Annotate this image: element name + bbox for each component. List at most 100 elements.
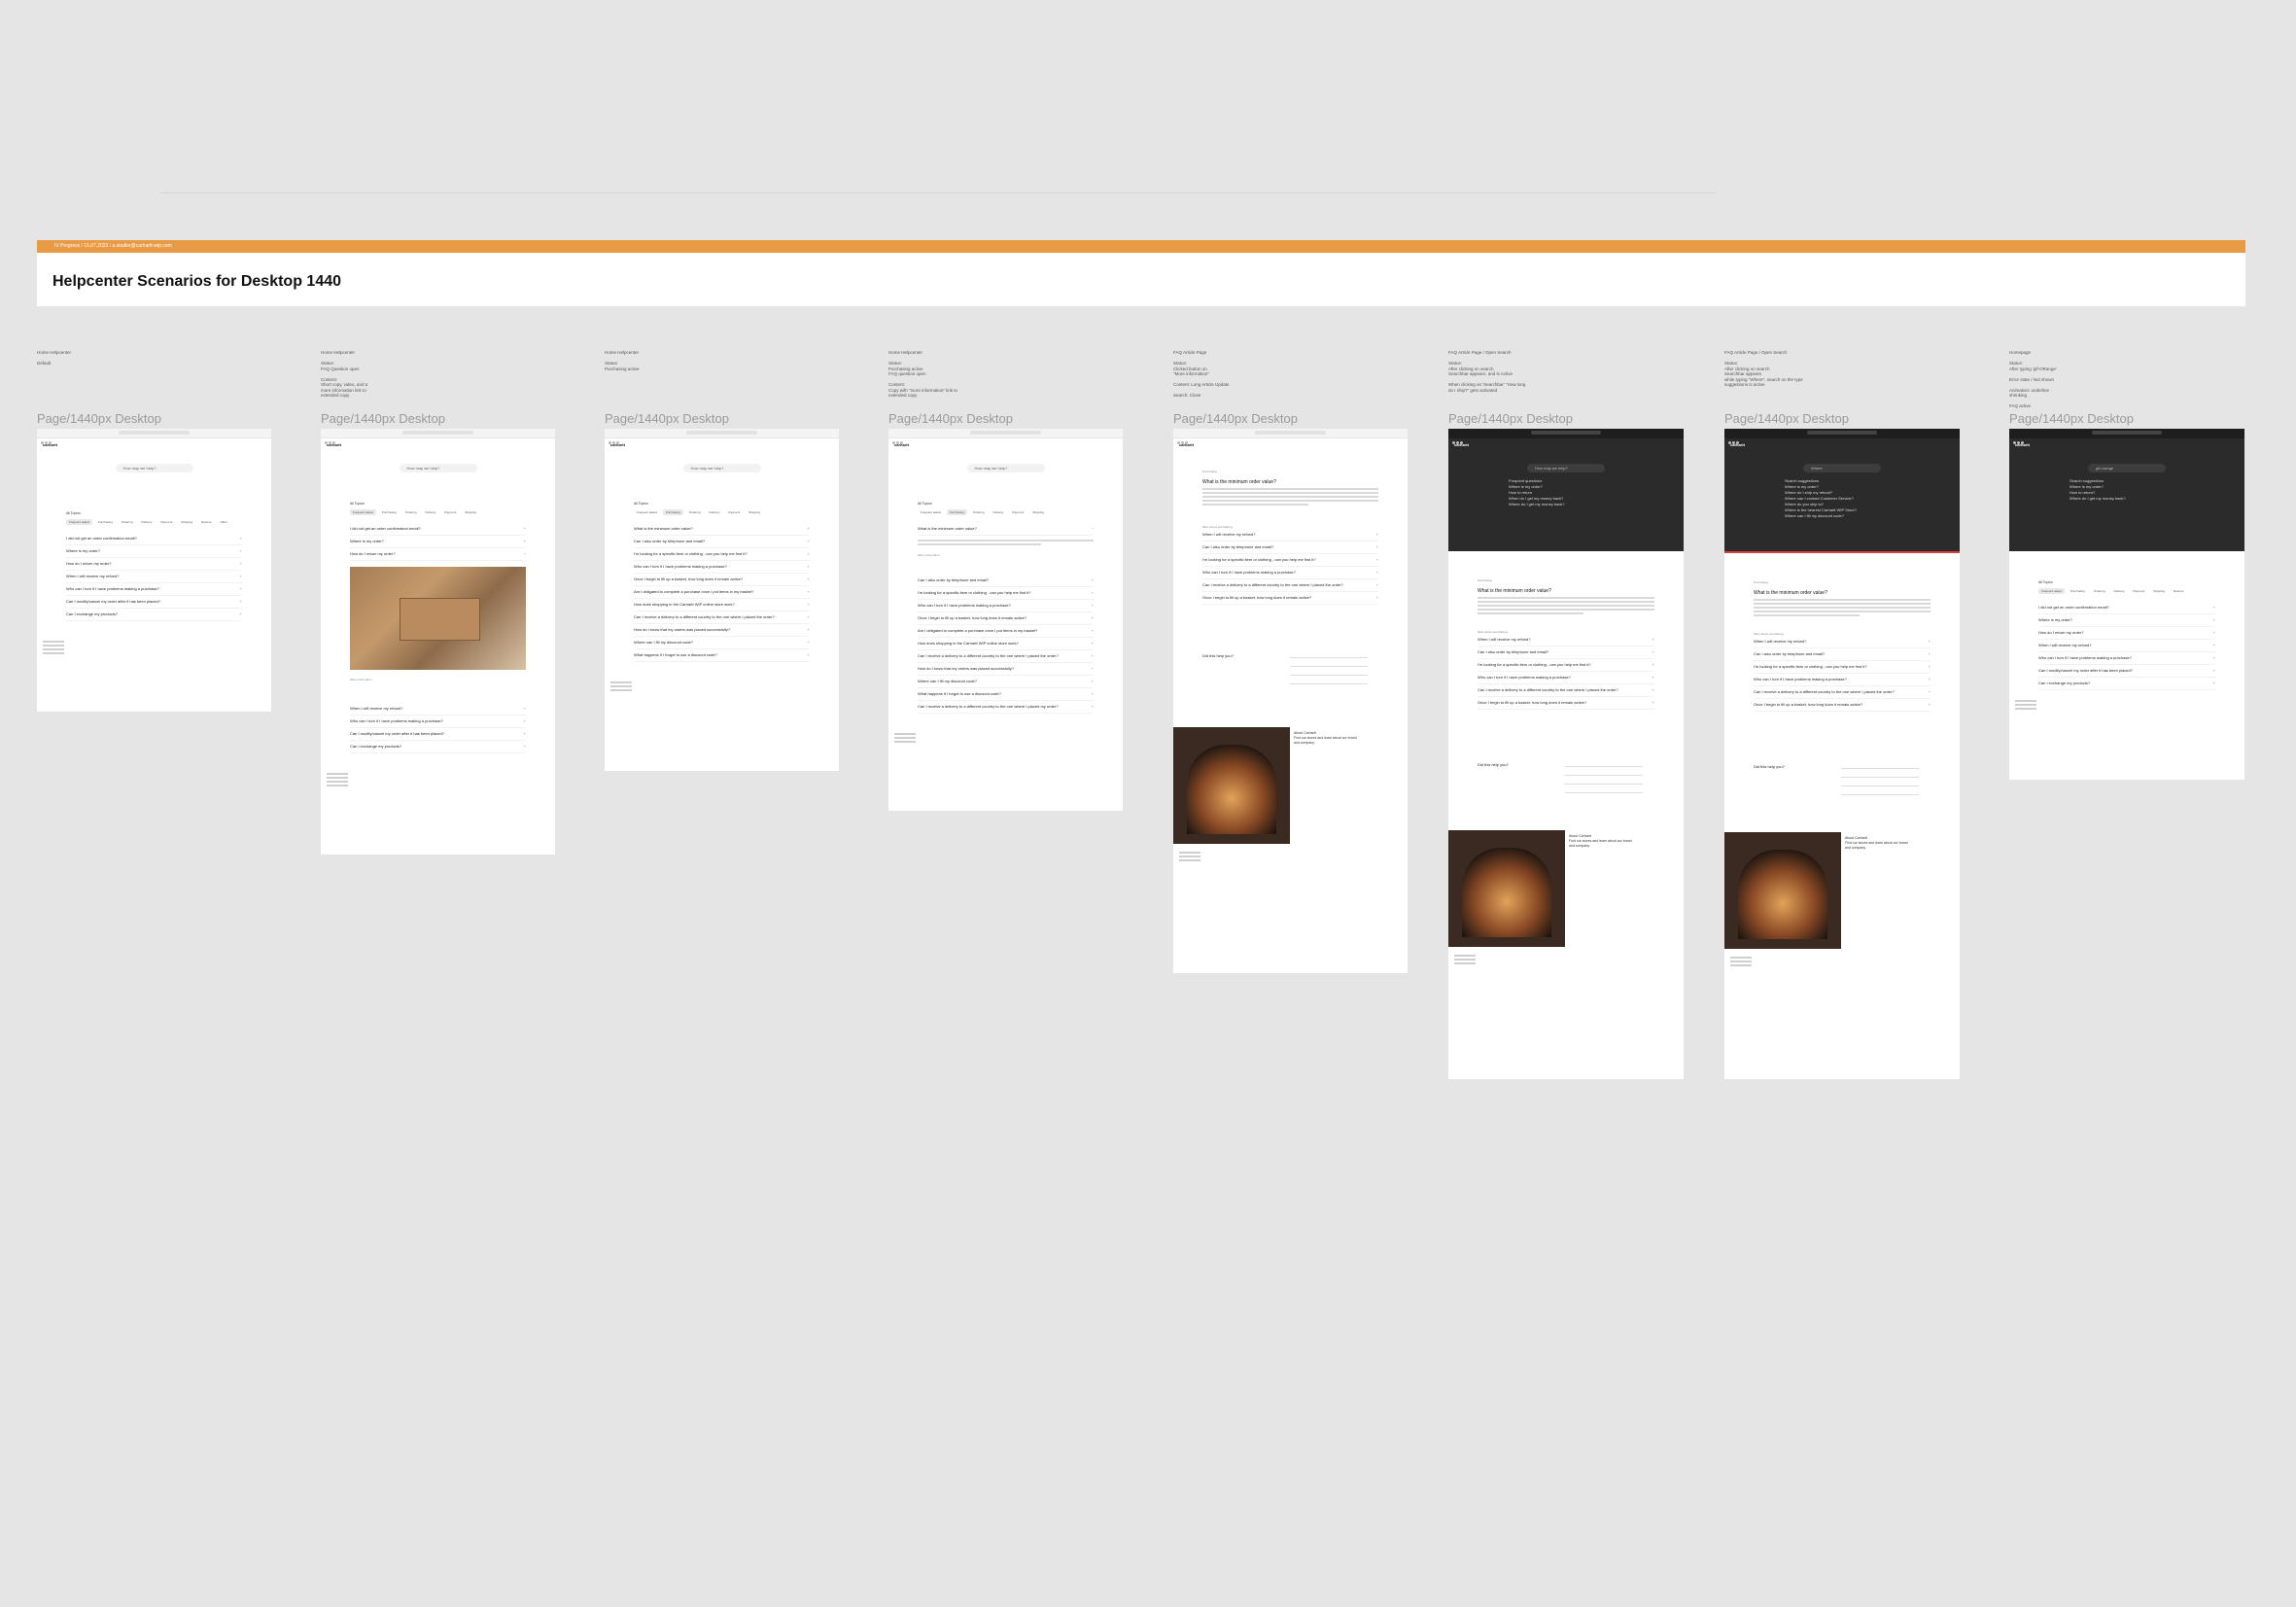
faq-item[interactable]: How do I know that my orders was placed … [918, 663, 1094, 676]
breadcrumb[interactable]: Purchasing [1202, 470, 1378, 473]
faq-item[interactable]: Can I also order by telephone and email?… [1754, 648, 1931, 661]
faq-item[interactable]: I did not get an order confirmation emai… [2038, 602, 2215, 614]
frame-label[interactable]: Page/1440px Desktop [605, 411, 729, 426]
search-input[interactable]: gif-orange [2088, 464, 2166, 472]
chip[interactable]: Delivery [138, 519, 156, 525]
faq-item[interactable]: Where can I fill my discount code? + [634, 637, 810, 649]
brand-logo[interactable]: carhartt [888, 438, 1123, 450]
chip[interactable]: Payment [725, 509, 744, 515]
faq-item[interactable]: I did not get an order confirmation emai… [350, 523, 526, 536]
chip[interactable]: Shipping [2150, 588, 2168, 594]
faq-item[interactable]: I did not get an order confirmation emai… [66, 533, 242, 545]
faq-item[interactable]: Once I begin to fill up a basket, how lo… [918, 612, 1094, 625]
faq-item[interactable]: How do I return my order? + [66, 558, 242, 571]
form-fields[interactable] [1290, 653, 1368, 688]
chip[interactable]: Ordering [2090, 588, 2108, 594]
faq-item[interactable]: Can I exchange my products? + [66, 609, 242, 621]
form-fields[interactable] [1841, 764, 1919, 799]
chip[interactable]: Payment [2130, 588, 2148, 594]
faq-item[interactable]: Once I begin to fill up a basket, how lo… [634, 574, 810, 586]
frame-label[interactable]: Page/1440px Desktop [1724, 411, 1849, 426]
brand-logo[interactable]: carhartt [1173, 438, 1408, 450]
chip[interactable]: Shipping [1029, 509, 1047, 515]
chip[interactable]: Other [217, 519, 230, 525]
chip[interactable]: Delivery [990, 509, 1007, 515]
frame-label[interactable]: Page/1440px Desktop [2009, 411, 2134, 426]
chip[interactable]: Ordering [401, 509, 420, 515]
chip[interactable]: Shipping [462, 509, 479, 515]
search-input[interactable]: How may we help? [399, 464, 477, 472]
chip[interactable]: Frequent asked [350, 509, 376, 515]
chip[interactable]: Frequent asked [918, 509, 944, 515]
faq-item[interactable]: Who can I turn if I have problems making… [634, 561, 810, 574]
faq-item[interactable]: I'm looking for a specific item or cloth… [918, 587, 1094, 600]
faq-item[interactable]: What happens if I forgot to use a discou… [634, 649, 810, 662]
faq-item[interactable]: Can I exchange my products? + [2038, 678, 2215, 690]
faq-item-open[interactable]: What is the minimum order value? − [918, 523, 1094, 536]
frame-label[interactable]: Page/1440px Desktop [321, 411, 445, 426]
chip[interactable]: Delivery [422, 509, 439, 515]
suggestion[interactable]: Where do I get my money back? [2070, 496, 2244, 502]
faq-item[interactable]: How do I know that my orders was placed … [634, 624, 810, 637]
store-teaser[interactable]: About Carhartt Find our stores and learn … [1173, 727, 1408, 844]
frame-article[interactable]: carhartt Purchasing What is the minimum … [1173, 429, 1408, 973]
brand-logo[interactable]: carhartt [1724, 438, 1960, 450]
faq-item[interactable]: Who can I turn if I have problems making… [2038, 652, 2215, 665]
faq-item[interactable]: Once I begin to fill up a basket, how lo… [1754, 699, 1931, 712]
frame-label[interactable]: Page/1440px Desktop [888, 411, 1013, 426]
chip[interactable]: Shipping [178, 519, 195, 525]
faq-item[interactable]: Am I obligated to complete a purchase on… [918, 625, 1094, 638]
chip[interactable]: Frequent asked [634, 509, 660, 515]
faq-item[interactable]: Who can I turn if I have problems making… [66, 583, 242, 596]
faq-item[interactable]: When I will receive my refund? + [2038, 640, 2215, 652]
faq-item[interactable]: How does shopping in the Carhartt WIP on… [634, 599, 810, 611]
faq-item[interactable]: Can I also order by telephone and email?… [918, 575, 1094, 587]
faq-item[interactable]: Can I receive a delivery to a different … [918, 650, 1094, 663]
faq-item[interactable]: Can I receive a delivery to a different … [1754, 686, 1931, 699]
faq-item[interactable]: Can I receive a delivery to a different … [918, 701, 1094, 714]
faq-item[interactable]: Who can I turn if I have problems making… [1478, 672, 1654, 684]
faq-item[interactable]: Can I receive a delivery to a different … [1202, 579, 1378, 592]
chip[interactable]: Purchasing [94, 519, 116, 525]
frame-article-search-open[interactable]: carhartt How may we help? Frequent quest… [1448, 429, 1684, 1079]
search-input[interactable]: Where [1803, 464, 1881, 472]
store-teaser[interactable]: About Carhartt Find our stores and learn … [1448, 830, 1684, 947]
faq-item[interactable]: I'm looking for a specific item or cloth… [1754, 661, 1931, 674]
chip[interactable]: Ordering [118, 519, 136, 525]
faq-item[interactable]: Can I receive a delivery to a different … [1478, 684, 1654, 697]
more-info-link[interactable]: More information [350, 678, 526, 681]
chip[interactable]: Delivery [2110, 588, 2128, 594]
faq-item[interactable]: When I will receive my refund? + [1754, 636, 1931, 648]
chip[interactable]: Shipping [746, 509, 763, 515]
frame-label[interactable]: Page/1440px Desktop [37, 411, 161, 426]
search-input[interactable]: How may we help? [966, 464, 1045, 472]
search-input[interactable]: How may we help? [1527, 464, 1605, 472]
brand-logo[interactable]: carhartt [2009, 438, 2244, 450]
chip[interactable]: Returns [197, 519, 215, 525]
store-teaser[interactable]: About Carhartt Find our stores and learn … [1724, 832, 1960, 949]
faq-item[interactable]: What is the minimum order value? + [634, 523, 810, 536]
chip[interactable]: Delivery [706, 509, 723, 515]
faq-item[interactable]: When I will receive my refund? + [350, 703, 526, 716]
chip[interactable]: Ordering [685, 509, 704, 515]
chip[interactable]: Purchasing [378, 509, 400, 515]
chip[interactable]: Purchasing [662, 509, 683, 515]
frame-label[interactable]: Page/1440px Desktop [1173, 411, 1298, 426]
suggestion[interactable]: Where do I get my money back? [1509, 502, 1684, 507]
breadcrumb[interactable]: Purchasing [1754, 580, 1931, 584]
faq-item[interactable]: Where is my order? + [2038, 614, 2215, 627]
brand-logo[interactable]: carhartt [321, 438, 555, 450]
form-fields[interactable] [1565, 762, 1643, 797]
more-info-link[interactable]: More information [918, 553, 1094, 557]
faq-item[interactable]: How does shopping in the Carhartt WIP on… [918, 638, 1094, 650]
faq-item[interactable]: Who can I turn if I have problems making… [350, 716, 526, 728]
faq-item[interactable]: Once I begin to fill up a basket, how lo… [1478, 697, 1654, 710]
faq-item[interactable]: I'm looking for a specific item or cloth… [634, 548, 810, 561]
faq-item[interactable]: Can I also order by telephone and email?… [1202, 541, 1378, 554]
chip[interactable]: Ordering [969, 509, 988, 515]
frame-home-faq-open[interactable]: carhartt How may we help? All Topics Fre… [321, 429, 555, 855]
faq-item[interactable]: Once I begin to fill up a basket, how lo… [1202, 592, 1378, 605]
faq-item-open[interactable]: How do I return my order? − [350, 548, 526, 561]
faq-video[interactable] [350, 567, 526, 670]
chip[interactable]: Payment [1009, 509, 1027, 515]
